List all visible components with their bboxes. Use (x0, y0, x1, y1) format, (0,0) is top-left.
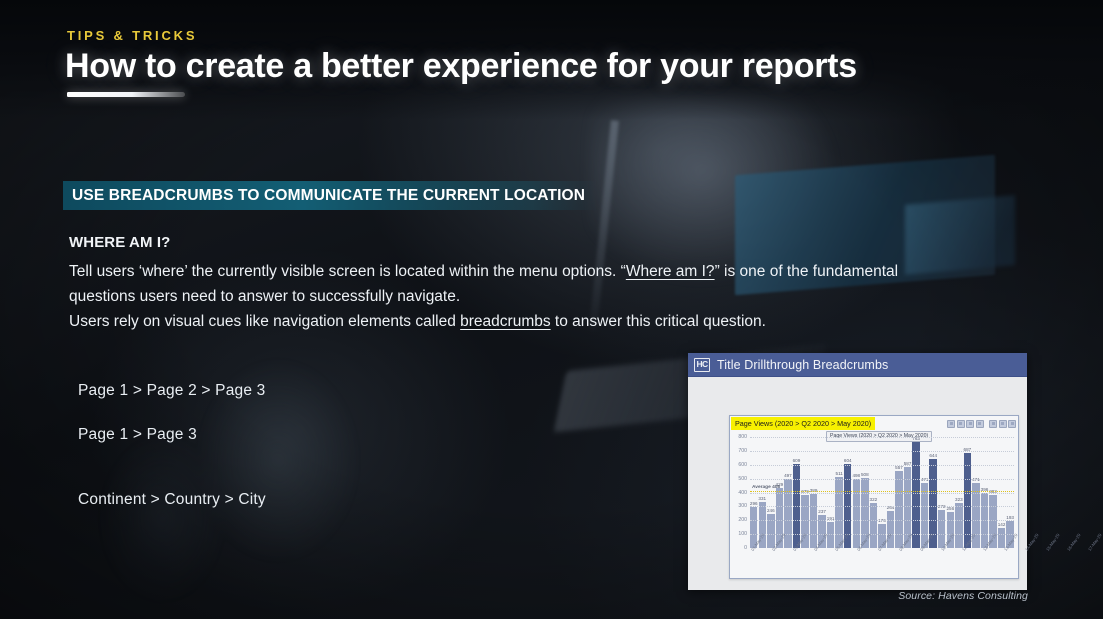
chart-y-tick-label: 400 (738, 489, 747, 496)
filter-panel-icon[interactable] (998, 419, 1007, 428)
section-header-label: USE BREADCRUMBS TO COMMUNICATE THE CURRE… (72, 186, 586, 204)
visual-toolbar-icons[interactable] (947, 419, 1016, 428)
chart-gridline (750, 437, 1014, 438)
embedded-report-screenshot: HC Title Drillthrough Breadcrumbs Page V… (688, 353, 1103, 590)
expand-icon[interactable] (975, 419, 984, 428)
chart-visual-container: Page Views (2020 > Q2 2020 > May 2020) P… (729, 415, 1103, 579)
chart-gridline (750, 506, 1014, 508)
chart-title-breadcrumb: Page Views (2020 > Q2 2020 > May 2020) (731, 417, 876, 430)
chart-bar-value-label: 644 (929, 452, 938, 458)
chart-bar-rect[interactable] (912, 442, 920, 548)
paragraph-text-4: to answer this critical question. (550, 313, 766, 330)
breadcrumb-example-3: Continent > Country > City (78, 491, 266, 508)
chart-bar-value-label: 511 (835, 471, 843, 477)
breadcrumb-examples-list: Page 1 > Page 2 > Page 3 Page 1 > Page 3… (78, 382, 266, 509)
title-underline-rule (67, 92, 185, 97)
page-title: How to create a better experience for yo… (65, 47, 857, 85)
chart-y-tick-label: 100 (738, 531, 747, 538)
paragraph-text-1: Tell users ‘where’ the currently visible… (69, 263, 626, 280)
report-window-title: Title Drillthrough Breadcrumbs (717, 357, 889, 372)
chart-y-tick-label: 600 (738, 461, 747, 468)
drill-up-icon[interactable] (966, 419, 974, 428)
more-options-icon[interactable] (1008, 419, 1016, 428)
chart-bar-value-label: 508 (860, 471, 869, 477)
drill-down-icon[interactable] (956, 419, 965, 428)
breadcrumb-example-2: Page 1 > Page 3 (78, 426, 197, 443)
visual-header: Page Views (2020 > Q2 2020 > May 2020) (730, 416, 1018, 431)
chart-bar-value-label: 609 (792, 457, 801, 463)
chart-bar-value-label: 237 (818, 509, 826, 515)
chart-y-tick-label: 200 (738, 517, 747, 524)
chart-y-tick-label: 500 (738, 475, 747, 482)
report-canvas: Page Views (2020 > Q2 2020 > May 2020) P… (688, 377, 1103, 590)
chart-y-tick-label: 800 (738, 434, 747, 440)
chart-plot-area: 296 331 246 429 497 609 379 389 237 191 511 604 498 5… (730, 431, 1103, 578)
chart-y-tick-label: 300 (738, 503, 747, 510)
slide-kicker: TIPS & TRICKS (67, 28, 198, 43)
chart-y-tick-label: 700 (738, 447, 747, 454)
chart-bar-value-label: 323 (955, 497, 963, 503)
source-attribution: Source: Havens Consulting (898, 590, 1028, 602)
paragraph-text-3: Users rely on visual cues like navigatio… (69, 313, 461, 330)
chart-plot-inner: 296 331 246 429 497 609 379 389 237 191 511 604 498 5… (738, 434, 1014, 551)
chart-average-label: Average 408 (752, 485, 781, 491)
chart-bar-value-label: 331 (758, 496, 767, 502)
paragraph-emphasis-where-am-i: Where am I? (625, 263, 715, 280)
chart-gridline (750, 492, 1014, 494)
chart-gridline (750, 450, 1014, 452)
chart-bar-value-label: 322 (869, 497, 878, 503)
chart-gridline (750, 478, 1014, 480)
chart-average-line (750, 491, 1014, 493)
breadcrumb-example-1: Page 1 > Page 2 > Page 3 (78, 382, 266, 399)
chart-gridline (750, 464, 1014, 466)
section-header-bar: USE BREADCRUMBS TO COMMUNICATE THE CURRE… (63, 181, 598, 210)
hc-logo-icon: HC (694, 357, 710, 372)
chart-y-tick-label: 0 (744, 545, 747, 551)
chart-bar-value-label: 296 (749, 500, 758, 506)
chart-bar-value-label: 497 (784, 473, 792, 479)
filter-icon[interactable] (947, 419, 955, 428)
chart-bar-value-label: 498 (852, 472, 861, 478)
paragraph-emphasis-breadcrumbs: breadcrumbs (460, 313, 551, 330)
chart-bar-value-label: 604 (843, 458, 852, 464)
body-paragraph: Tell users ‘where’ the currently visible… (69, 259, 939, 334)
chart-gridline (750, 520, 1014, 522)
chart-bar-rect[interactable] (895, 470, 903, 548)
subheading-where-am-i: WHERE AM I? (69, 234, 171, 251)
chart-x-axis-labels: 01-May-20 02-May-20 03-May-20 04-May-20 05-M… (750, 533, 1103, 576)
chart-bar-value-label: 246 (766, 507, 775, 513)
focus-icon[interactable] (989, 419, 997, 428)
chart-bar-value-label: 142 (997, 522, 1006, 528)
report-title-bar: HC Title Drillthrough Breadcrumbs (688, 353, 1027, 377)
